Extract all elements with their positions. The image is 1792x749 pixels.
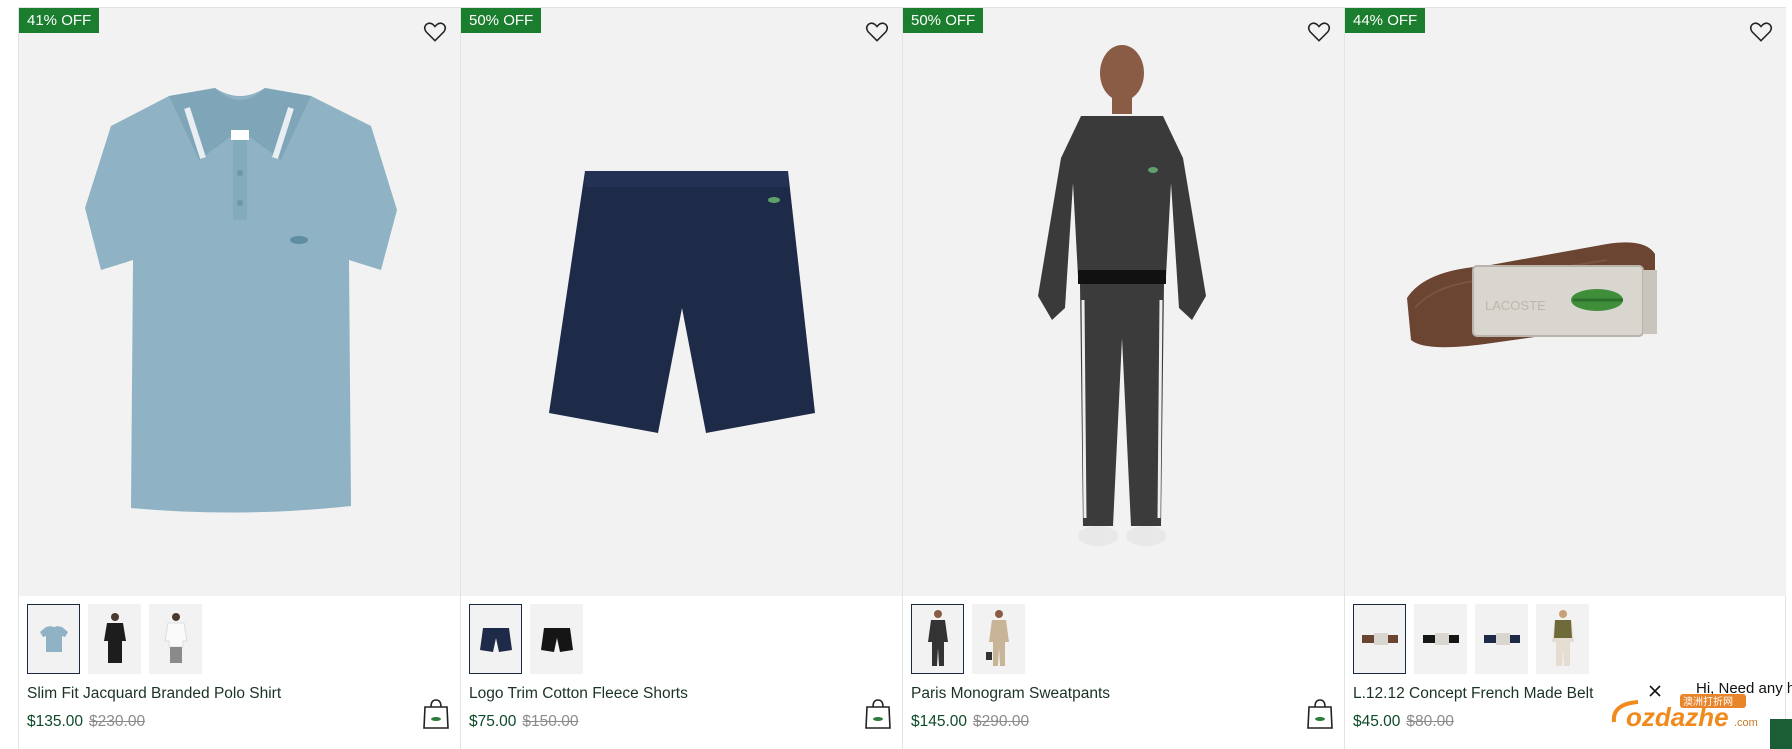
swatch-black[interactable]	[530, 604, 583, 674]
tracksuit-model-image	[1038, 45, 1206, 546]
price-row: $45.00 $80.00	[1353, 713, 1454, 731]
heart-outline-icon[interactable]	[1306, 19, 1332, 45]
swatch-white[interactable]	[149, 604, 202, 674]
discount-badge: 44% OFF	[1345, 8, 1426, 33]
heart-outline-icon[interactable]	[864, 19, 890, 45]
shopping-bag-icon[interactable]	[864, 697, 892, 731]
watermark-logo: ozdazhe .com 澳洲打折网	[1608, 692, 1768, 739]
watermark-suffix: .com	[1734, 717, 1758, 729]
discount-badge: 41% OFF	[19, 8, 100, 33]
product-name[interactable]: Logo Trim Cotton Fleece Shorts	[469, 685, 688, 703]
product-image[interactable]: 50% OFF	[903, 8, 1344, 596]
shopping-bag-icon[interactable]	[1306, 697, 1334, 731]
original-price: $230.00	[89, 713, 146, 730]
swatch-black[interactable]	[1414, 604, 1467, 674]
heart-outline-icon[interactable]	[1748, 19, 1774, 45]
product-name[interactable]: L.12.12 Concept French Made Belt	[1353, 685, 1593, 703]
swatch-black[interactable]	[88, 604, 141, 674]
color-swatches	[27, 604, 202, 674]
price-row: $145.00 $290.00	[911, 713, 1029, 731]
color-swatches	[1353, 604, 1589, 674]
original-price: $290.00	[973, 713, 1030, 730]
sale-price: $45.00	[1353, 713, 1401, 730]
discount-badge: 50% OFF	[903, 8, 984, 33]
swatch-beige[interactable]	[972, 604, 1025, 674]
discount-badge: 50% OFF	[461, 8, 542, 33]
product-image[interactable]: 41% OFF	[19, 8, 460, 596]
swatch-navy[interactable]	[469, 604, 522, 674]
belt-image: LACOSTE	[1407, 242, 1657, 348]
original-price: $80.00	[1406, 713, 1454, 730]
product-grid: 41% OFF Slim Fit Jacquard Branded Polo S…	[18, 7, 1786, 749]
swatch-khaki-model[interactable]	[1536, 604, 1589, 674]
product-name[interactable]: Paris Monogram Sweatpants	[911, 685, 1110, 703]
sale-price: $135.00	[27, 713, 84, 730]
product-image[interactable]: LACOSTE 44% OFF	[1345, 8, 1786, 596]
sale-price: $75.00	[469, 713, 517, 730]
polo-shirt-image	[85, 88, 397, 513]
buckle-engraving: LACOSTE	[1485, 298, 1546, 313]
sale-price: $145.00	[911, 713, 968, 730]
swatch-black-monogram[interactable]	[911, 604, 964, 674]
original-price: $150.00	[522, 713, 579, 730]
chat-launcher-button[interactable]	[1770, 719, 1792, 749]
fleece-shorts-image	[549, 171, 815, 433]
product-image[interactable]: 50% OFF	[461, 8, 902, 596]
price-row: $135.00 $230.00	[27, 713, 145, 731]
product-name[interactable]: Slim Fit Jacquard Branded Polo Shirt	[27, 685, 281, 703]
color-swatches	[911, 604, 1025, 674]
swatch-navy[interactable]	[1475, 604, 1528, 674]
shopping-bag-icon[interactable]	[422, 697, 450, 731]
swatch-light-blue[interactable]	[27, 604, 80, 674]
product-card[interactable]: LACOSTE 44% OFF L.12.12 Concept French M…	[1344, 7, 1786, 749]
product-card[interactable]: 50% OFF Logo Trim Cotton Fleece Shorts $…	[460, 7, 902, 749]
price-row: $75.00 $150.00	[469, 713, 578, 731]
product-card[interactable]: 50% OFF Paris Monogram Sweatpants $145.0…	[902, 7, 1344, 749]
heart-outline-icon[interactable]	[422, 19, 448, 45]
color-swatches	[469, 604, 583, 674]
product-card[interactable]: 41% OFF Slim Fit Jacquard Branded Polo S…	[18, 7, 460, 749]
watermark-chinese: 澳洲打折网	[1683, 695, 1733, 708]
swatch-brown[interactable]	[1353, 604, 1406, 674]
